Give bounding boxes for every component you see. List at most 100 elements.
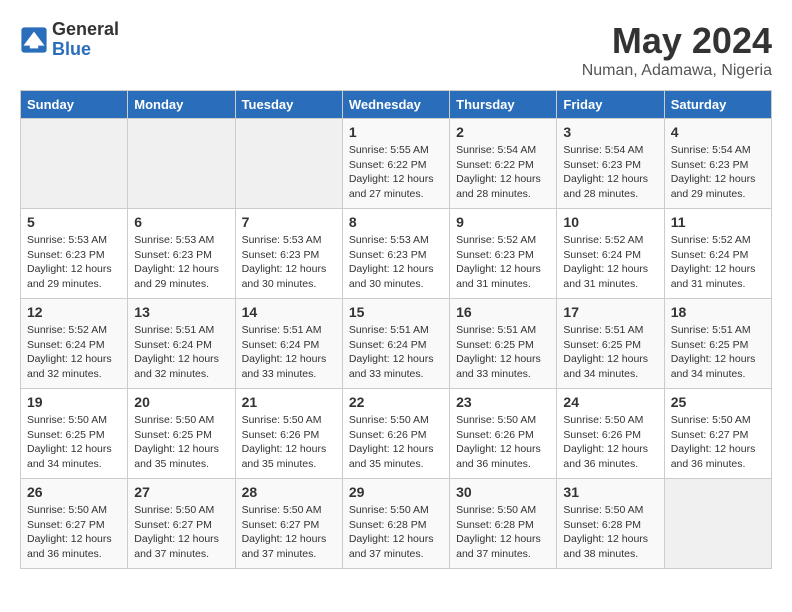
- calendar-cell: 30Sunrise: 5:50 AM Sunset: 6:28 PM Dayli…: [450, 479, 557, 569]
- day-info: Sunrise: 5:51 AM Sunset: 6:24 PM Dayligh…: [349, 323, 443, 382]
- calendar-cell: 24 Sunrise: 5:50 AM Sunset: 6:26 PM Dayli…: [557, 389, 664, 479]
- logo-icon: [20, 26, 48, 54]
- day-number: 19: [27, 394, 121, 410]
- weekday-header-friday: Friday: [557, 91, 664, 119]
- day-number: 12: [27, 304, 121, 320]
- calendar-cell: 25Sunrise: 5:50 AM Sunset: 6:27 PM Dayli…: [664, 389, 771, 479]
- weekday-header-sunday: Sunday: [21, 91, 128, 119]
- calendar-week-row: 26 Sunrise: 5:50 AM Sunset: 6:27 PM Dayli…: [21, 479, 772, 569]
- calendar-week-row: 1 Sunrise: 5:55 AM Sunset: 6:22 PM Daylig…: [21, 119, 772, 209]
- day-info: Sunrise: 5:50 AM Sunset: 6:26 PM Dayligh…: [349, 413, 443, 472]
- weekday-header-thursday: Thursday: [450, 91, 557, 119]
- day-info: Sunrise: 5:50 AM Sunset: 6:27 PM Dayligh…: [27, 503, 121, 562]
- day-info: Sunrise: 5:50 AM Sunset: 6:26 PM Dayligh…: [456, 413, 550, 472]
- day-info: Sunrise: 5:50 AM Sunset: 6:25 PM Dayligh…: [134, 413, 228, 472]
- day-info: Sunrise: 5:51 AM Sunset: 6:24 PM Dayligh…: [242, 323, 336, 382]
- day-number: 21: [242, 394, 336, 410]
- day-info: Sunrise: 5:51 AM Sunset: 6:25 PM Dayligh…: [671, 323, 765, 382]
- calendar-cell: 29 Sunrise: 5:50 AM Sunset: 6:28 PM Dayli…: [342, 479, 449, 569]
- logo: General Blue: [20, 20, 119, 60]
- calendar-cell: 2Sunrise: 5:54 AM Sunset: 6:22 PM Daylig…: [450, 119, 557, 209]
- calendar-cell: 14 Sunrise: 5:51 AM Sunset: 6:24 PM Dayli…: [235, 299, 342, 389]
- calendar-week-row: 12 Sunrise: 5:52 AM Sunset: 6:24 PM Dayli…: [21, 299, 772, 389]
- day-info: Sunrise: 5:54 AM Sunset: 6:23 PM Dayligh…: [671, 143, 765, 202]
- weekday-header-tuesday: Tuesday: [235, 91, 342, 119]
- day-number: 26: [27, 484, 121, 500]
- calendar-cell: 20 Sunrise: 5:50 AM Sunset: 6:25 PM Dayli…: [128, 389, 235, 479]
- calendar-table: SundayMondayTuesdayWednesdayThursdayFrid…: [20, 90, 772, 569]
- day-info: Sunrise: 5:50 AM Sunset: 6:26 PM Dayligh…: [242, 413, 336, 472]
- day-info: Sunrise: 5:53 AM Sunset: 6:23 PM Dayligh…: [349, 233, 443, 292]
- logo-general-text: General: [52, 20, 119, 40]
- day-info: Sunrise: 5:52 AM Sunset: 6:24 PM Dayligh…: [27, 323, 121, 382]
- day-number: 22: [349, 394, 443, 410]
- weekday-header-row: SundayMondayTuesdayWednesdayThursdayFrid…: [21, 91, 772, 119]
- day-info: Sunrise: 5:52 AM Sunset: 6:24 PM Dayligh…: [563, 233, 657, 292]
- day-number: 20: [134, 394, 228, 410]
- day-info: Sunrise: 5:50 AM Sunset: 6:26 PM Dayligh…: [563, 413, 657, 472]
- day-info: Sunrise: 5:52 AM Sunset: 6:23 PM Dayligh…: [456, 233, 550, 292]
- calendar-cell: 31Sunrise: 5:50 AM Sunset: 6:28 PM Dayli…: [557, 479, 664, 569]
- day-number: 10: [563, 214, 657, 230]
- day-number: 3: [563, 124, 657, 140]
- day-number: 24: [563, 394, 657, 410]
- day-info: Sunrise: 5:50 AM Sunset: 6:28 PM Dayligh…: [349, 503, 443, 562]
- calendar-cell: [21, 119, 128, 209]
- calendar-cell: 26 Sunrise: 5:50 AM Sunset: 6:27 PM Dayli…: [21, 479, 128, 569]
- calendar-cell: 12 Sunrise: 5:52 AM Sunset: 6:24 PM Dayli…: [21, 299, 128, 389]
- calendar-cell: 11 Sunrise: 5:52 AM Sunset: 6:24 PM Dayli…: [664, 209, 771, 299]
- calendar-cell: 13 Sunrise: 5:51 AM Sunset: 6:24 PM Dayli…: [128, 299, 235, 389]
- day-info: Sunrise: 5:50 AM Sunset: 6:28 PM Dayligh…: [456, 503, 550, 562]
- day-number: 29: [349, 484, 443, 500]
- day-number: 9: [456, 214, 550, 230]
- calendar-cell: [128, 119, 235, 209]
- day-number: 14: [242, 304, 336, 320]
- day-info: Sunrise: 5:52 AM Sunset: 6:24 PM Dayligh…: [671, 233, 765, 292]
- day-number: 17: [563, 304, 657, 320]
- calendar-cell: 18 Sunrise: 5:51 AM Sunset: 6:25 PM Dayli…: [664, 299, 771, 389]
- calendar-cell: 7 Sunrise: 5:53 AM Sunset: 6:23 PM Daylig…: [235, 209, 342, 299]
- calendar-cell: 3 Sunrise: 5:54 AM Sunset: 6:23 PM Daylig…: [557, 119, 664, 209]
- day-number: 11: [671, 214, 765, 230]
- day-number: 7: [242, 214, 336, 230]
- calendar-cell: 28Sunrise: 5:50 AM Sunset: 6:27 PM Dayli…: [235, 479, 342, 569]
- day-info: Sunrise: 5:53 AM Sunset: 6:23 PM Dayligh…: [242, 233, 336, 292]
- title-block: May 2024 Numan, Adamawa, Nigeria: [582, 20, 772, 80]
- day-number: 8: [349, 214, 443, 230]
- calendar-cell: 21 Sunrise: 5:50 AM Sunset: 6:26 PM Dayli…: [235, 389, 342, 479]
- day-info: Sunrise: 5:53 AM Sunset: 6:23 PM Dayligh…: [134, 233, 228, 292]
- calendar-cell: 1 Sunrise: 5:55 AM Sunset: 6:22 PM Daylig…: [342, 119, 449, 209]
- day-number: 2: [456, 124, 550, 140]
- logo-blue-text: Blue: [52, 40, 119, 60]
- day-info: Sunrise: 5:51 AM Sunset: 6:25 PM Dayligh…: [563, 323, 657, 382]
- calendar-cell: 8 Sunrise: 5:53 AM Sunset: 6:23 PM Daylig…: [342, 209, 449, 299]
- calendar-cell: 4 Sunrise: 5:54 AM Sunset: 6:23 PM Daylig…: [664, 119, 771, 209]
- day-number: 28: [242, 484, 336, 500]
- day-info: Sunrise: 5:50 AM Sunset: 6:28 PM Dayligh…: [563, 503, 657, 562]
- day-number: 1: [349, 124, 443, 140]
- weekday-header-monday: Monday: [128, 91, 235, 119]
- day-info: Sunrise: 5:51 AM Sunset: 6:24 PM Dayligh…: [134, 323, 228, 382]
- day-info: Sunrise: 5:50 AM Sunset: 6:27 PM Dayligh…: [671, 413, 765, 472]
- calendar-cell: 17 Sunrise: 5:51 AM Sunset: 6:25 PM Dayli…: [557, 299, 664, 389]
- location: Numan, Adamawa, Nigeria: [582, 62, 772, 80]
- day-info: Sunrise: 5:51 AM Sunset: 6:25 PM Dayligh…: [456, 323, 550, 382]
- day-number: 13: [134, 304, 228, 320]
- calendar-cell: 5Sunrise: 5:53 AM Sunset: 6:23 PM Daylig…: [21, 209, 128, 299]
- day-info: Sunrise: 5:53 AM Sunset: 6:23 PM Dayligh…: [27, 233, 121, 292]
- day-number: 4: [671, 124, 765, 140]
- day-info: Sunrise: 5:55 AM Sunset: 6:22 PM Dayligh…: [349, 143, 443, 202]
- day-number: 18: [671, 304, 765, 320]
- calendar-cell: 22 Sunrise: 5:50 AM Sunset: 6:26 PM Dayli…: [342, 389, 449, 479]
- day-number: 6: [134, 214, 228, 230]
- day-info: Sunrise: 5:50 AM Sunset: 6:25 PM Dayligh…: [27, 413, 121, 472]
- calendar-cell: [664, 479, 771, 569]
- day-info: Sunrise: 5:54 AM Sunset: 6:23 PM Dayligh…: [563, 143, 657, 202]
- calendar-cell: 23 Sunrise: 5:50 AM Sunset: 6:26 PM Dayli…: [450, 389, 557, 479]
- day-number: 27: [134, 484, 228, 500]
- calendar-cell: [235, 119, 342, 209]
- calendar-cell: 6 Sunrise: 5:53 AM Sunset: 6:23 PM Daylig…: [128, 209, 235, 299]
- day-number: 23: [456, 394, 550, 410]
- calendar-cell: 16Sunrise: 5:51 AM Sunset: 6:25 PM Dayli…: [450, 299, 557, 389]
- month-year: May 2024: [582, 20, 772, 62]
